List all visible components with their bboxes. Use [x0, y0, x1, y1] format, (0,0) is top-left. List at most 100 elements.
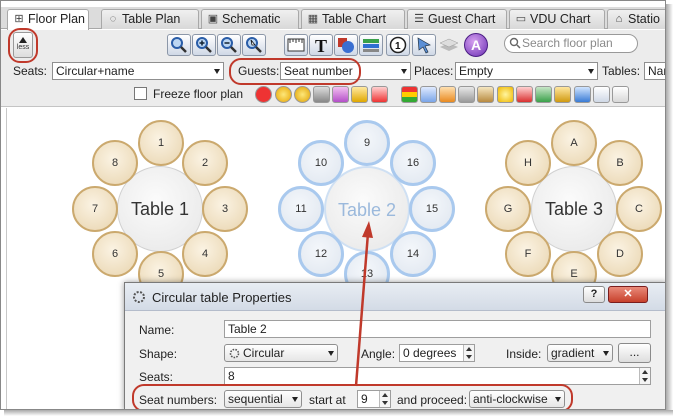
- person-button[interactable]: [477, 86, 494, 103]
- tab-table-plan[interactable]: ◌ Table Plan: [101, 9, 199, 29]
- window-shadow-right: [666, 4, 673, 416]
- seat[interactable]: 10: [298, 140, 344, 186]
- ruler-icon: [287, 38, 305, 52]
- gift-button[interactable]: [516, 86, 533, 103]
- dialog-titlebar[interactable]: Circular table Properties ? ✕: [125, 283, 665, 311]
- chevron-up-icon: [466, 347, 472, 351]
- seat[interactable]: C: [616, 186, 662, 232]
- freeze-label: Freeze floor plan: [153, 87, 244, 101]
- seats-select[interactable]: Circular+name: [52, 62, 224, 80]
- pointer-button[interactable]: [412, 34, 436, 56]
- tables-select[interactable]: Nam: [644, 62, 665, 80]
- tab-stationery[interactable]: ⌂ Statio: [607, 9, 665, 29]
- chevron-down-icon: [603, 351, 609, 356]
- lock-button[interactable]: [554, 86, 571, 103]
- seat[interactable]: H: [505, 140, 551, 186]
- seat[interactable]: G: [485, 186, 531, 232]
- skull-button[interactable]: [313, 86, 330, 103]
- spinner[interactable]: [639, 368, 650, 384]
- seat[interactable]: 11: [278, 186, 324, 232]
- candy-button[interactable]: [332, 86, 349, 103]
- inside-label: Inside:: [506, 347, 542, 361]
- angle-input[interactable]: 0 degrees: [399, 344, 475, 362]
- letter-a-icon: A: [470, 37, 482, 53]
- shape-select[interactable]: Circular: [224, 344, 338, 362]
- seat[interactable]: 12: [298, 231, 344, 277]
- more-button[interactable]: ...: [618, 343, 651, 363]
- seats-count-input[interactable]: 8: [224, 367, 651, 385]
- freeze-checkbox[interactable]: [134, 87, 147, 100]
- seat[interactable]: 9: [344, 120, 390, 166]
- zoom-pointer-icon: [246, 37, 262, 53]
- tab-vdu-chart[interactable]: ▭ VDU Chart: [509, 9, 605, 29]
- color-bars-button[interactable]: [401, 86, 418, 103]
- seats-count-label: Seats:: [139, 370, 174, 384]
- text-icon: T: [315, 36, 327, 54]
- svg-text:1: 1: [395, 41, 401, 52]
- shapes-button[interactable]: [334, 34, 358, 56]
- chevron-down-icon: [328, 351, 334, 356]
- monitor-icon: ▣: [207, 13, 219, 25]
- seat[interactable]: 2: [182, 140, 228, 186]
- ruler-button[interactable]: [284, 34, 308, 56]
- tag-icon: ⌂: [615, 13, 623, 25]
- chevron-down-icon: [466, 355, 472, 359]
- tab-schematic[interactable]: ▣ Schematic: [201, 9, 299, 29]
- group-button[interactable]: [458, 86, 475, 103]
- stack-button[interactable]: [438, 35, 460, 55]
- layers-icon: [363, 39, 379, 52]
- text-button[interactable]: T: [309, 34, 333, 56]
- star-button[interactable]: [497, 86, 514, 103]
- tab-table-chart[interactable]: ▦ Table Chart: [301, 9, 405, 29]
- seat[interactable]: F: [505, 231, 551, 277]
- search-input[interactable]: Search floor plan: [504, 34, 638, 53]
- seat[interactable]: 14: [390, 231, 436, 277]
- pencil-button[interactable]: [351, 86, 368, 103]
- seat[interactable]: 6: [92, 231, 138, 277]
- list-view-button[interactable]: [612, 86, 629, 103]
- seat[interactable]: A: [551, 120, 597, 166]
- seat[interactable]: D: [597, 231, 643, 277]
- seat[interactable]: 3: [202, 186, 248, 232]
- seat[interactable]: 8: [92, 140, 138, 186]
- diet-button[interactable]: [420, 86, 437, 103]
- close-button[interactable]: ✕: [608, 286, 648, 303]
- font-color-button[interactable]: A: [464, 33, 488, 57]
- shapes-icon: [338, 38, 354, 53]
- timer-icon: 1: [389, 36, 407, 54]
- timer-button[interactable]: 1: [386, 34, 410, 56]
- zoom-fit-button[interactable]: [167, 34, 191, 56]
- magnifier-icon: [171, 37, 187, 53]
- zoom-in-button[interactable]: [192, 34, 216, 56]
- zoom-out-button[interactable]: [217, 34, 241, 56]
- calculator-button[interactable]: [593, 86, 610, 103]
- seat[interactable]: 16: [390, 140, 436, 186]
- seat[interactable]: 7: [72, 186, 118, 232]
- seat[interactable]: 1: [138, 120, 184, 166]
- sad-button[interactable]: [294, 86, 311, 103]
- tab-floor-plan[interactable]: ⊞ Floor Plan: [7, 9, 89, 30]
- annotation-arrow: [354, 221, 373, 387]
- help-icon: ?: [590, 288, 598, 300]
- check-button[interactable]: [535, 86, 552, 103]
- tables-label: Tables:: [602, 64, 641, 78]
- tab-guest-chart[interactable]: ☰ Guest Chart: [407, 9, 507, 29]
- grid-view-button[interactable]: [574, 86, 591, 103]
- help-button[interactable]: ?: [583, 286, 605, 303]
- places-select[interactable]: Empty: [455, 62, 598, 80]
- seat[interactable]: 4: [182, 231, 228, 277]
- food-button[interactable]: [439, 86, 456, 103]
- seat[interactable]: 15: [409, 186, 455, 232]
- circle-dots-icon: ◌: [109, 13, 117, 25]
- smile-button[interactable]: [275, 86, 292, 103]
- zoom-select-button[interactable]: [242, 34, 266, 56]
- layers-button[interactable]: [359, 34, 383, 56]
- name-input[interactable]: Table 2: [224, 320, 651, 338]
- heart-button[interactable]: [255, 86, 272, 103]
- spinner[interactable]: [463, 345, 474, 361]
- seat[interactable]: B: [597, 140, 643, 186]
- flag-button[interactable]: [371, 86, 388, 103]
- inside-select[interactable]: gradient: [547, 344, 613, 362]
- name-label: Name:: [139, 323, 175, 337]
- properties-dialog: Circular table Properties ? ✕ Name: Tabl…: [124, 282, 665, 409]
